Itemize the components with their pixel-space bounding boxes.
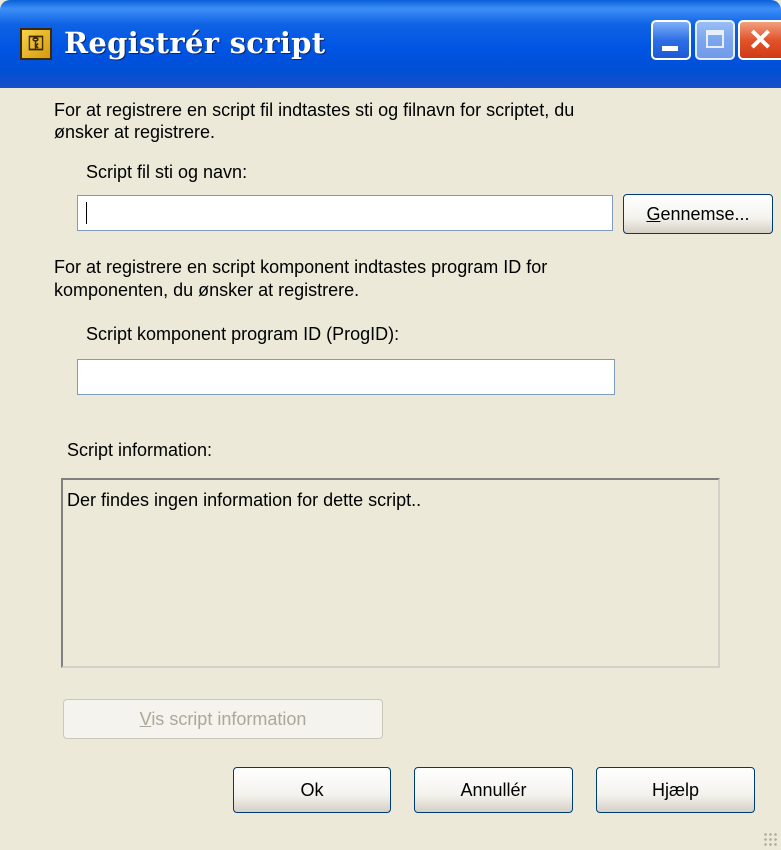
cancel-button[interactable]: Annullér [414,767,573,813]
ok-button[interactable]: Ok [233,767,391,813]
progid-input[interactable] [77,359,615,395]
help-button[interactable]: Hjælp [596,767,755,813]
progid-label: Script komponent program ID (ProgID): [86,324,400,344]
register-script-dialog: ⚿ Registrér script ✕ For at registrere e… [0,0,781,850]
close-icon: ✕ [747,24,774,57]
text-caret [86,202,87,224]
script-info-label: Script information: [67,440,213,460]
browse-button[interactable]: Gennemse... [623,194,773,234]
component-description-line2: komponenten, du ønsker at registrere. [54,280,360,300]
maximize-button[interactable] [695,20,735,60]
script-info-text: Der findes ingen information for dette s… [67,490,422,510]
close-button[interactable]: ✕ [738,20,781,60]
script-register-icon: ⚿ [20,28,52,60]
show-info-label: is script information [151,709,307,729]
help-label: Hjælp [651,780,699,800]
resize-grip[interactable] [763,832,777,846]
component-description-line1: For at registrere en script komponent in… [54,257,548,277]
ok-label: Ok [300,780,324,800]
minimize-button[interactable] [651,20,691,60]
browse-accelerator: G [646,204,661,224]
script-file-path-input[interactable] [77,195,613,231]
script-info-box: Der findes ingen information for dette s… [61,478,720,668]
window-title: Registrér script [64,26,326,60]
file-description-line2: ønsker at registrere. [54,122,216,142]
title-bar[interactable]: ⚿ Registrér script ✕ [0,0,781,88]
script-file-label: Script fil sti og navn: [86,162,248,182]
browse-label: ennemse... [660,204,750,224]
show-script-info-button[interactable]: Vis script information [63,699,383,739]
maximize-icon [706,30,724,48]
minimize-icon [662,46,678,51]
file-description-line1: For at registrere en script fil indtaste… [54,100,575,120]
show-info-accelerator: V [139,709,152,729]
cancel-label: Annullér [460,780,527,800]
